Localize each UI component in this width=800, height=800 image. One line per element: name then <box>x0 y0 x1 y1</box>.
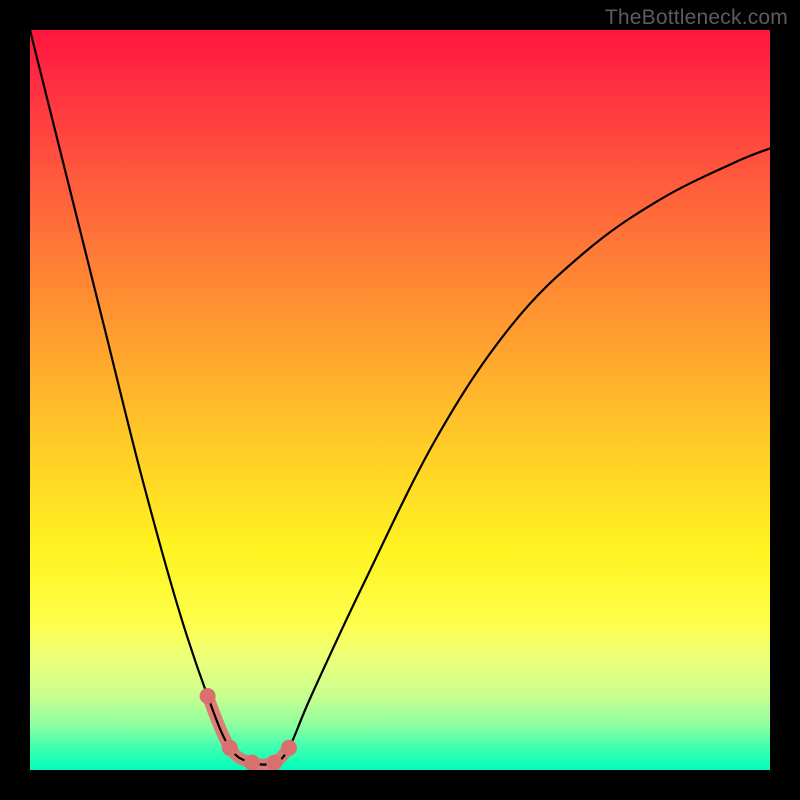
chart-plot-area <box>30 30 770 770</box>
chart-svg <box>30 30 770 770</box>
chart-frame: TheBottleneck.com <box>0 0 800 800</box>
watermark-text: TheBottleneck.com <box>605 6 788 30</box>
highlight-node <box>222 740 238 756</box>
highlight-node <box>281 740 297 756</box>
highlight-node <box>266 755 282 770</box>
highlight-node <box>200 688 216 704</box>
highlight-node <box>244 755 260 770</box>
curve-line <box>30 30 770 765</box>
